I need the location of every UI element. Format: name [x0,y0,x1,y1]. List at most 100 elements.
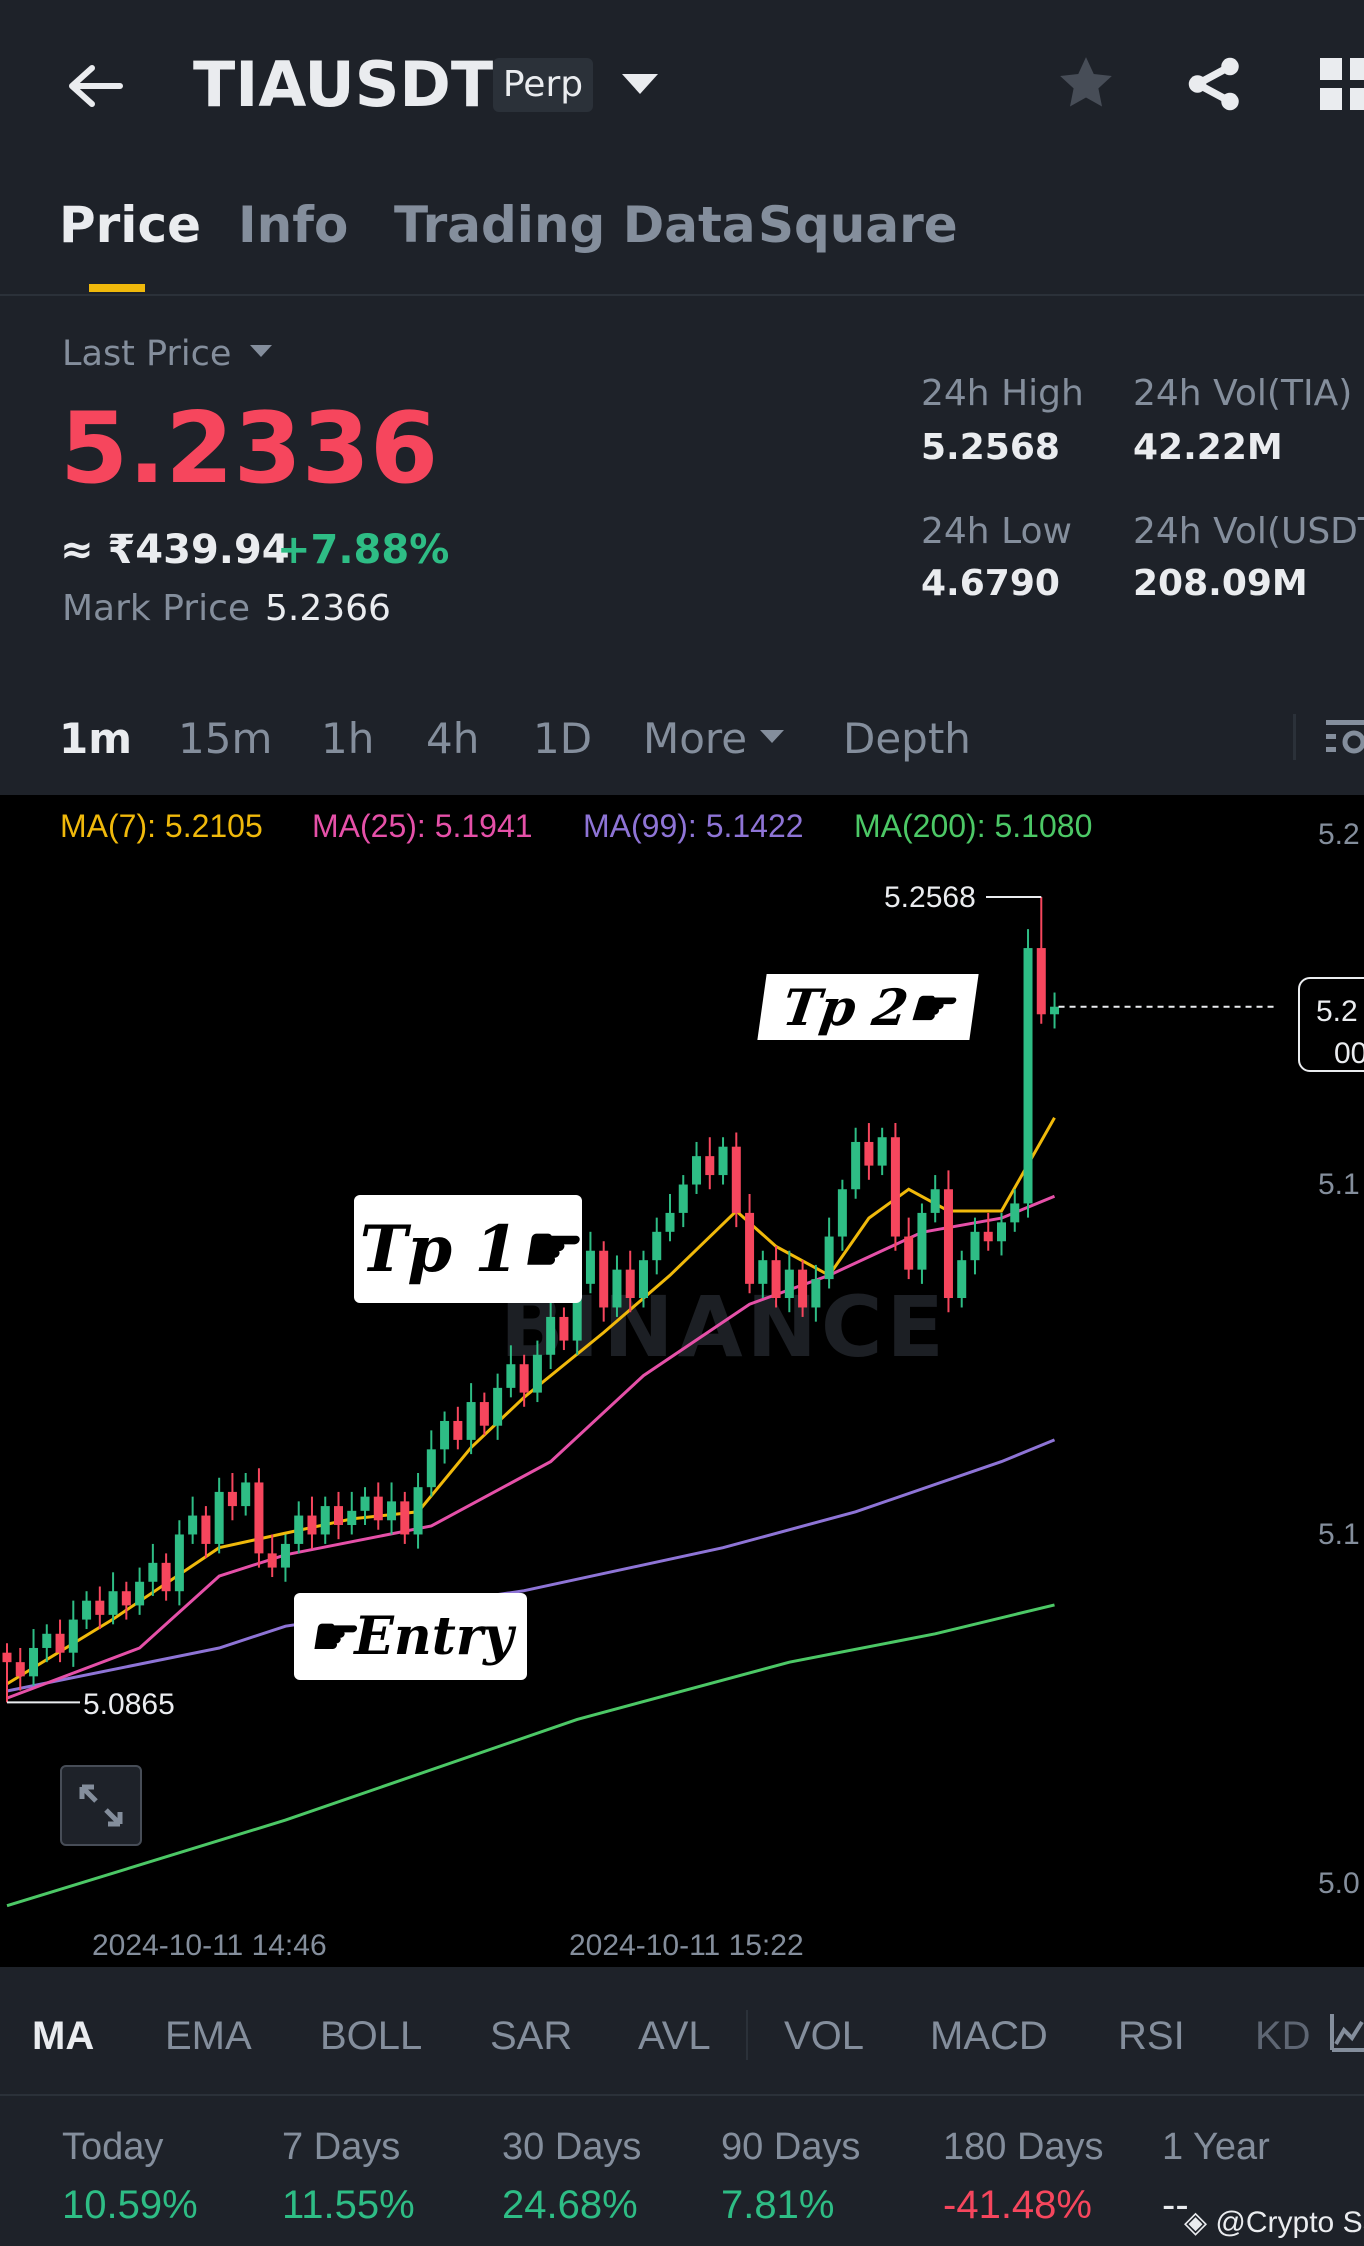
candle-body [1050,1006,1060,1015]
annotation-tp1: Tp 1☛ [354,1195,582,1303]
period-value: 11.55% [282,2183,415,2227]
current-price-box-line2: 00 [1334,1037,1364,1070]
candle-body [970,1231,980,1261]
candle-body [837,1189,847,1237]
candle-body [506,1364,516,1388]
ma7-legend: MA(7): 5.2105 [60,808,263,844]
candle-body [811,1279,821,1308]
divider [0,294,1364,296]
interval-15m[interactable]: 15m [178,718,272,760]
fiat-price: ≈ ₹439.94 [60,527,290,573]
candle-body [241,1482,251,1507]
interval-1h[interactable]: 1h [321,718,374,760]
candle-body [294,1515,304,1544]
x-tick-label: 2024-10-11 14:46 [92,1929,327,1962]
price-change-percent: +7.88% [277,527,450,573]
more-caret-icon[interactable] [760,730,784,743]
tab-trading-data[interactable]: Trading Data [394,200,756,250]
x-tick-label: 2024-10-11 15:22 [569,1929,804,1962]
candle-body [453,1420,463,1440]
symbol-dropdown-caret-icon[interactable] [622,74,658,94]
indicator-sar[interactable]: SAR [490,2014,572,2059]
candle-body [479,1402,489,1426]
candle-body [798,1269,808,1308]
current-price-box-line1: 5.2 [1316,995,1358,1028]
annotation-tp2: Tp 2☛ [757,974,979,1040]
candle-body [678,1184,688,1213]
candle-body [745,1212,755,1284]
ma200-legend: MA(200): 5.1080 [854,808,1093,844]
period-label: 7 Days [282,2126,401,2168]
candle-body [227,1491,237,1507]
symbol-title[interactable]: TIAUSDT [193,54,493,116]
last-price-label[interactable]: Last Price [62,337,231,372]
active-tab-indicator [89,284,145,292]
ma25-legend: MA(25): 5.1941 [312,808,533,844]
ma99-legend: MA(99): 5.1422 [583,808,804,844]
candle-body [135,1581,145,1606]
grid-menu-icon[interactable] [1320,58,1364,115]
candle-body [68,1619,78,1653]
candle-body [877,1137,887,1166]
candle-body [771,1260,781,1299]
candle-body [161,1562,171,1592]
candle-body [267,1553,277,1568]
binance-logo-icon: ◈ [1184,2206,1208,2239]
period-label: 30 Days [502,2126,642,2168]
indicator-vol[interactable]: VOL [784,2014,864,2059]
interval-more[interactable]: More [643,718,747,760]
candlestick-chart[interactable]: BINANCE 5.2 00 5.2568 5.0865 Tp 2☛ Tp 1☛… [0,795,1364,1967]
mark-price-value: 5.2366 [265,588,391,629]
period-label: 1 Year [1162,2126,1270,2168]
indicator-boll[interactable]: BOLL [320,2014,422,2059]
candle-body [440,1420,450,1450]
tab-square[interactable]: Square [758,200,958,250]
indicator-avl[interactable]: AVL [638,2014,711,2059]
candle-body [997,1222,1006,1242]
candle-body [652,1231,662,1261]
interval-4h[interactable]: 4h [426,718,479,760]
interval-1d[interactable]: 1D [533,718,592,760]
depth-tab[interactable]: Depth [843,718,971,760]
credit-text: @Crypto Sat [1215,2206,1364,2239]
chart-settings-icon[interactable] [1326,716,1364,759]
last-price-value: 5.2336 [60,392,439,506]
candle-body [532,1354,542,1393]
fullscreen-button[interactable] [60,1765,142,1846]
y-tick-label: 5.2 [1318,818,1360,851]
candle-body [930,1189,940,1213]
24h-high-label: 24h High [921,373,1084,414]
back-button[interactable] [62,62,126,113]
tab-info[interactable]: Info [238,200,348,250]
candle-body [559,1316,569,1341]
indicator-ema[interactable]: EMA [165,2014,252,2059]
candle-body [1036,948,1046,1015]
candle-body [307,1515,317,1535]
current-price-box[interactable]: 5.2 00 [1298,977,1364,1072]
annotation-entry: ☛Entry [294,1593,527,1680]
candle-body [426,1449,436,1488]
candle-body [758,1260,768,1284]
indicator-ma[interactable]: MA [32,2014,94,2059]
interval-1m[interactable]: 1m [59,718,132,760]
candle-body [320,1506,330,1535]
period-label: 180 Days [943,2126,1104,2168]
indicator-settings-icon[interactable] [1330,2010,1364,2057]
candle-body [519,1364,529,1393]
candle-body [957,1260,967,1299]
indicator-rsi[interactable]: RSI [1118,2014,1185,2059]
favorite-star-icon[interactable] [1054,52,1118,117]
candle-body [400,1501,410,1535]
candle-body [174,1534,184,1592]
low-marker-label: 5.0865 [83,1688,175,1721]
share-icon[interactable] [1185,52,1245,119]
indicator-kd[interactable]: KD [1255,2014,1311,2059]
ma200-line [6,1603,1055,1908]
tab-price[interactable]: Price [59,200,201,250]
last-price-caret-icon[interactable] [250,345,272,357]
indicator-macd[interactable]: MACD [930,2014,1048,2059]
candle-body [413,1487,423,1535]
perp-badge: Perp [493,58,593,112]
candle-body [15,1662,25,1677]
candle-body [890,1137,900,1237]
